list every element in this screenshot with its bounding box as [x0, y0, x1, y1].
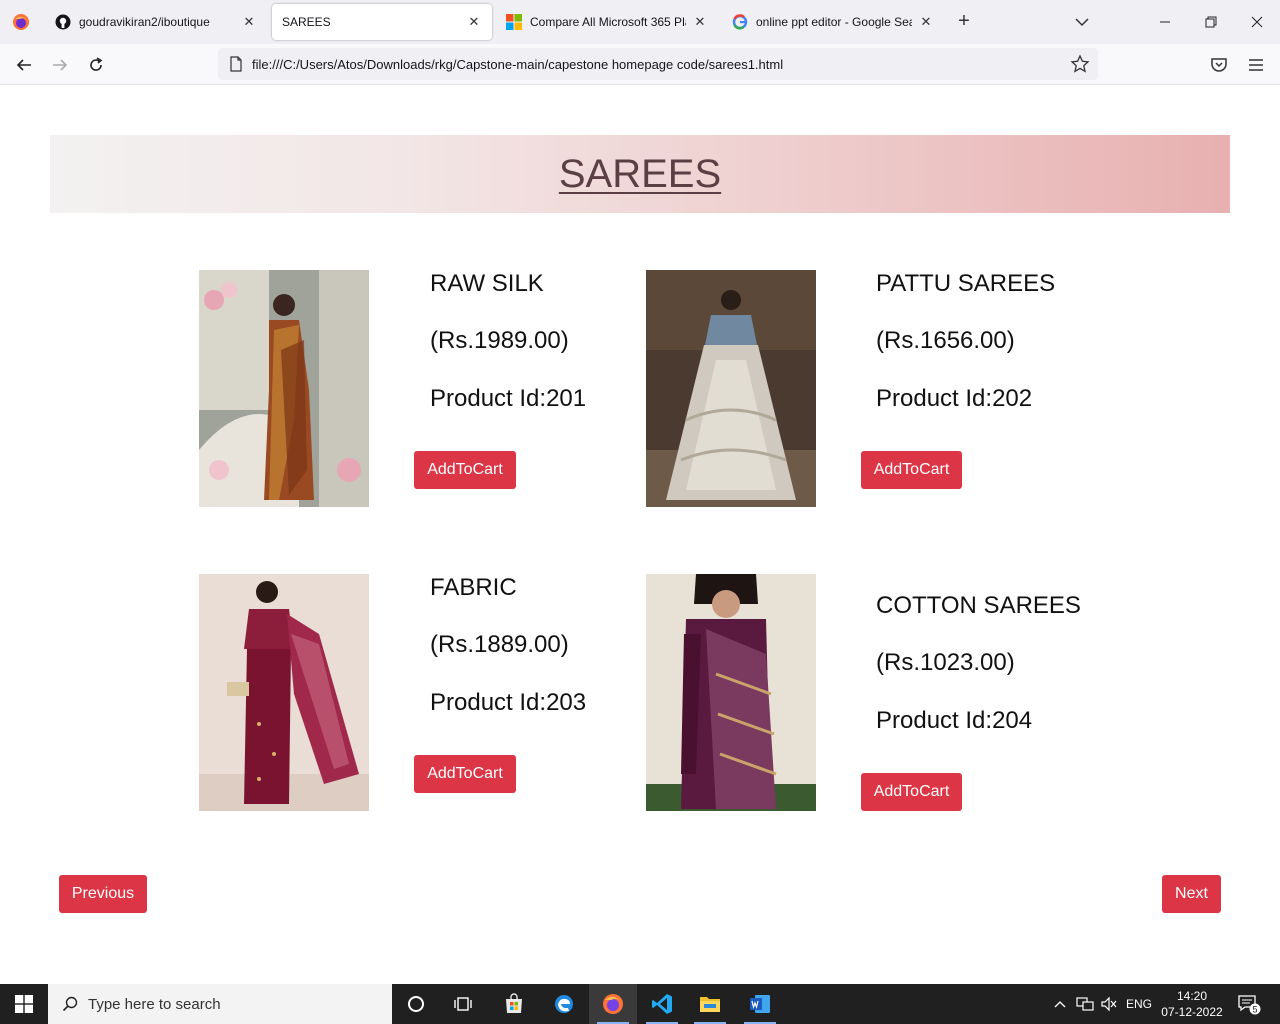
add-to-cart-button[interactable]: AddToCart — [861, 451, 962, 489]
tab-title: Compare All Microsoft 365 Plans — [530, 15, 686, 29]
product-image[interactable] — [646, 270, 816, 507]
word-icon[interactable] — [736, 984, 784, 1024]
page-title: SAREES — [558, 151, 722, 196]
tab-github[interactable]: goudravikiran2/iboutique ✕ — [45, 4, 267, 40]
product-price: (Rs.1889.00) — [430, 631, 569, 658]
browser-tab-bar: goudravikiran2/iboutique ✕ SAREES ✕ Comp… — [0, 0, 1280, 44]
notification-center-icon[interactable]: 5 — [1234, 984, 1264, 1024]
url-text: file:///C:/Users/Atos/Downloads/rkg/Caps… — [252, 56, 784, 72]
browser-nav-bar: file:///C:/Users/Atos/Downloads/rkg/Caps… — [0, 44, 1280, 85]
microsoft-store-icon[interactable] — [490, 984, 538, 1024]
url-bar[interactable]: file:///C:/Users/Atos/Downloads/rkg/Caps… — [218, 48, 1098, 80]
bookmark-star-icon[interactable] — [1070, 54, 1090, 74]
next-button[interactable]: Next — [1162, 875, 1221, 913]
search-placeholder: Type here to search — [88, 995, 221, 1013]
product-id: Product Id:203 — [430, 689, 587, 716]
language-indicator[interactable]: ENG — [1124, 984, 1154, 1024]
notification-count: 5 — [1252, 1005, 1257, 1015]
microsoft-icon — [506, 14, 522, 30]
product-card: FABRIC (Rs.1889.00) Product Id:203 AddTo… — [199, 574, 619, 814]
add-to-cart-button[interactable]: AddToCart — [414, 755, 516, 793]
search-icon — [62, 996, 78, 1012]
product-image[interactable] — [199, 574, 369, 811]
previous-button[interactable]: Previous — [59, 875, 147, 913]
product-name: COTTON SAREES — [876, 592, 1081, 619]
product-card: RAW SILK (Rs.1989.00) Product Id:201 Add… — [199, 270, 619, 510]
windows-taskbar: Type here to search ENG 14:20 07-12-2022 — [0, 984, 1280, 1024]
taskbar-search-box[interactable]: Type here to search — [48, 984, 392, 1024]
show-hidden-icons-icon[interactable] — [1050, 984, 1070, 1024]
tab-google-search[interactable]: online ppt editor - Google Search ✕ — [722, 4, 944, 40]
google-icon — [732, 14, 748, 30]
hamburger-menu-icon[interactable] — [1243, 52, 1269, 78]
close-tab-icon[interactable]: ✕ — [466, 14, 482, 30]
tab-title: SAREES — [282, 15, 331, 29]
cortana-icon[interactable] — [392, 984, 440, 1024]
title-banner: SAREES — [50, 135, 1230, 213]
clock-time: 14:20 — [1176, 989, 1208, 1003]
product-id: Product Id:201 — [430, 385, 587, 412]
product-image[interactable] — [199, 270, 369, 507]
product-card: COTTON SAREES (Rs.1023.00) Product Id:20… — [646, 574, 1081, 814]
restore-icon[interactable] — [1188, 0, 1234, 44]
list-all-tabs-icon[interactable] — [1070, 12, 1094, 32]
add-to-cart-button[interactable]: AddToCart — [414, 451, 516, 489]
firefox-taskbar-icon[interactable] — [589, 984, 637, 1024]
page-content: SAREES RAW SILK (Rs.1989.00) Product Id:… — [0, 85, 1280, 984]
clock-date: 07-12-2022 — [1161, 1005, 1223, 1019]
product-image[interactable] — [646, 574, 816, 811]
product-id: Product Id:204 — [876, 707, 1033, 734]
back-icon[interactable] — [11, 52, 37, 78]
product-price: (Rs.1656.00) — [876, 327, 1015, 354]
network-icon[interactable] — [1074, 984, 1096, 1024]
page-icon — [228, 56, 244, 72]
windows-start-icon[interactable] — [0, 984, 48, 1024]
close-tab-icon[interactable]: ✕ — [692, 14, 708, 30]
add-to-cart-button[interactable]: AddToCart — [861, 773, 962, 811]
edge-icon[interactable] — [540, 984, 588, 1024]
product-name: RAW SILK — [430, 270, 544, 297]
tab-microsoft[interactable]: Compare All Microsoft 365 Plans ✕ — [496, 4, 718, 40]
file-explorer-icon[interactable] — [686, 984, 734, 1024]
pocket-icon[interactable] — [1206, 52, 1232, 78]
firefox-menu-icon[interactable] — [0, 0, 42, 44]
forward-icon[interactable] — [47, 52, 73, 78]
product-name: FABRIC — [430, 574, 517, 601]
vscode-icon[interactable] — [638, 984, 686, 1024]
close-window-icon[interactable] — [1234, 0, 1280, 44]
reload-icon[interactable] — [83, 52, 109, 78]
product-price: (Rs.1989.00) — [430, 327, 569, 354]
close-tab-icon[interactable]: ✕ — [918, 14, 934, 30]
close-tab-icon[interactable]: ✕ — [241, 14, 257, 30]
product-card: PATTU SAREES (Rs.1656.00) Product Id:202… — [646, 270, 1066, 510]
tab-title: goudravikiran2/iboutique — [79, 15, 210, 29]
system-clock[interactable]: 14:20 07-12-2022 — [1160, 988, 1224, 1020]
task-view-icon[interactable] — [440, 984, 488, 1024]
github-icon — [55, 14, 71, 30]
product-id: Product Id:202 — [876, 385, 1033, 412]
product-price: (Rs.1023.00) — [876, 649, 1015, 676]
tab-title: online ppt editor - Google Search — [756, 15, 912, 29]
tab-sarees[interactable]: SAREES ✕ — [272, 4, 492, 40]
minimize-icon[interactable] — [1142, 0, 1188, 44]
volume-muted-icon[interactable] — [1098, 984, 1120, 1024]
new-tab-icon[interactable]: + — [952, 10, 976, 34]
product-name: PATTU SAREES — [876, 270, 1056, 297]
